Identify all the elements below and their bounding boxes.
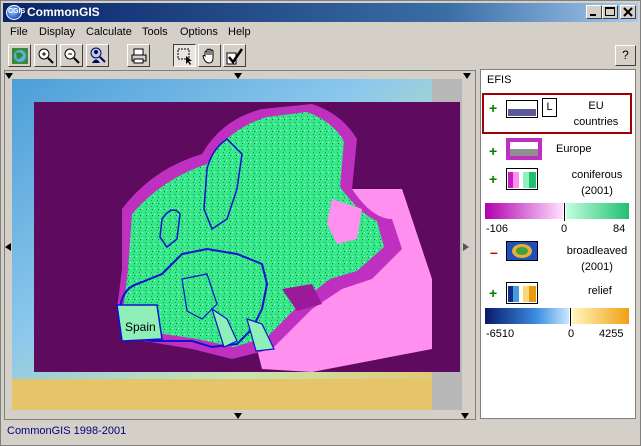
minimize-button[interactable]	[586, 5, 602, 19]
menu-tools[interactable]: Tools	[142, 26, 168, 38]
relief-scale-mid: 0	[568, 328, 575, 340]
app-window: CGIS CommonGIS File Display Calculate To…	[0, 0, 641, 446]
zoom-person-button[interactable]	[86, 44, 109, 67]
broadleaved-layer-icon	[506, 241, 538, 261]
eu-layer-icon	[506, 100, 538, 118]
maximize-icon	[605, 7, 615, 16]
coniferous-color-scale	[485, 203, 629, 221]
coniferous-layer-icon	[506, 168, 538, 190]
map-canvas[interactable]: Spain	[12, 79, 462, 410]
close-button[interactable]	[620, 5, 636, 19]
menu-display[interactable]: Display	[39, 26, 75, 38]
menu-calculate[interactable]: Calculate	[86, 26, 132, 38]
zoom-in-button[interactable]	[34, 44, 57, 67]
status-bar: CommonGIS 1998-2001	[4, 423, 638, 443]
expand-coniferous-toggle[interactable]: +	[489, 172, 497, 186]
arrow-bottom-icon	[234, 413, 242, 419]
expand-europe-toggle[interactable]: +	[489, 144, 497, 158]
status-text: CommonGIS 1998-2001	[7, 425, 127, 437]
menu-options[interactable]: Options	[180, 26, 218, 38]
pan-hand-icon	[202, 48, 214, 64]
zoom-out-button[interactable]	[60, 44, 83, 67]
relief-layer-icon	[506, 282, 538, 304]
app-logo-icon: CGIS	[6, 5, 25, 20]
select-rect-icon	[177, 48, 192, 65]
print-button[interactable]	[127, 44, 150, 67]
coniferous-scale-min: -106	[486, 223, 509, 235]
layer-label-broadleaved-line2: (2001)	[581, 261, 613, 273]
zoom-person-icon	[90, 47, 106, 63]
arrow-left-icon	[5, 243, 11, 251]
coniferous-scale-mid: 0	[561, 223, 568, 235]
expand-eu-toggle[interactable]: +	[489, 101, 497, 115]
help-button[interactable]: ?	[615, 45, 636, 66]
arrow-bottom-right-icon	[461, 413, 469, 419]
menu-bar: File Display Calculate Tools Options Hel…	[3, 23, 638, 42]
layer-label-relief[interactable]: relief	[588, 283, 628, 299]
menu-help[interactable]: Help	[228, 26, 251, 38]
layer-label-coniferous-line2: (2001)	[581, 185, 613, 197]
title-bar[interactable]: CGIS CommonGIS	[3, 3, 638, 22]
check-icon	[226, 48, 244, 65]
spain-label: Spain	[125, 320, 156, 334]
layer-label-coniferous-line1: coniferous	[571, 169, 623, 181]
layer-label-broadleaved-line1: broadleaved	[566, 245, 628, 257]
collapse-broadleaved-toggle[interactable]: –	[490, 245, 498, 259]
minimize-icon	[590, 14, 596, 16]
window-title: CommonGIS	[27, 5, 100, 19]
toolbar	[3, 42, 477, 69]
coniferous-scale-max: 84	[613, 223, 626, 235]
zoom-out-icon	[64, 48, 80, 64]
layer-badge-l[interactable]: L	[542, 98, 557, 117]
map-svg: Spain	[12, 79, 462, 410]
zoom-in-icon	[38, 48, 54, 64]
relief-color-scale	[485, 308, 629, 326]
legend-title: EFIS	[487, 74, 512, 86]
relief-scale-max: 4255	[599, 328, 624, 340]
close-icon	[623, 7, 633, 17]
globe-button[interactable]	[8, 44, 31, 67]
layer-label-eu-line2: countries	[573, 116, 619, 128]
menu-file[interactable]: File	[10, 26, 28, 38]
europe-layer-icon	[506, 138, 542, 160]
maximize-button[interactable]	[602, 5, 618, 19]
layer-label-eu[interactable]: EU countries	[564, 98, 628, 130]
arrow-right-icon	[463, 243, 469, 251]
globe-icon	[12, 48, 28, 64]
pan-hand-button[interactable]	[198, 44, 221, 67]
layer-label-eu-line1: EU	[588, 100, 604, 112]
layer-label-broadleaved[interactable]: broadleaved (2001)	[561, 243, 633, 275]
relief-scale-min: -6510	[486, 328, 515, 340]
layer-label-europe[interactable]: Europe	[556, 141, 606, 157]
select-rect-button[interactable]	[173, 44, 196, 67]
layer-label-coniferous[interactable]: coniferous (2001)	[563, 167, 631, 199]
check-button[interactable]	[223, 44, 246, 67]
arrow-top-right-icon	[463, 73, 471, 79]
print-icon	[131, 48, 147, 64]
expand-relief-toggle[interactable]: +	[489, 286, 497, 300]
